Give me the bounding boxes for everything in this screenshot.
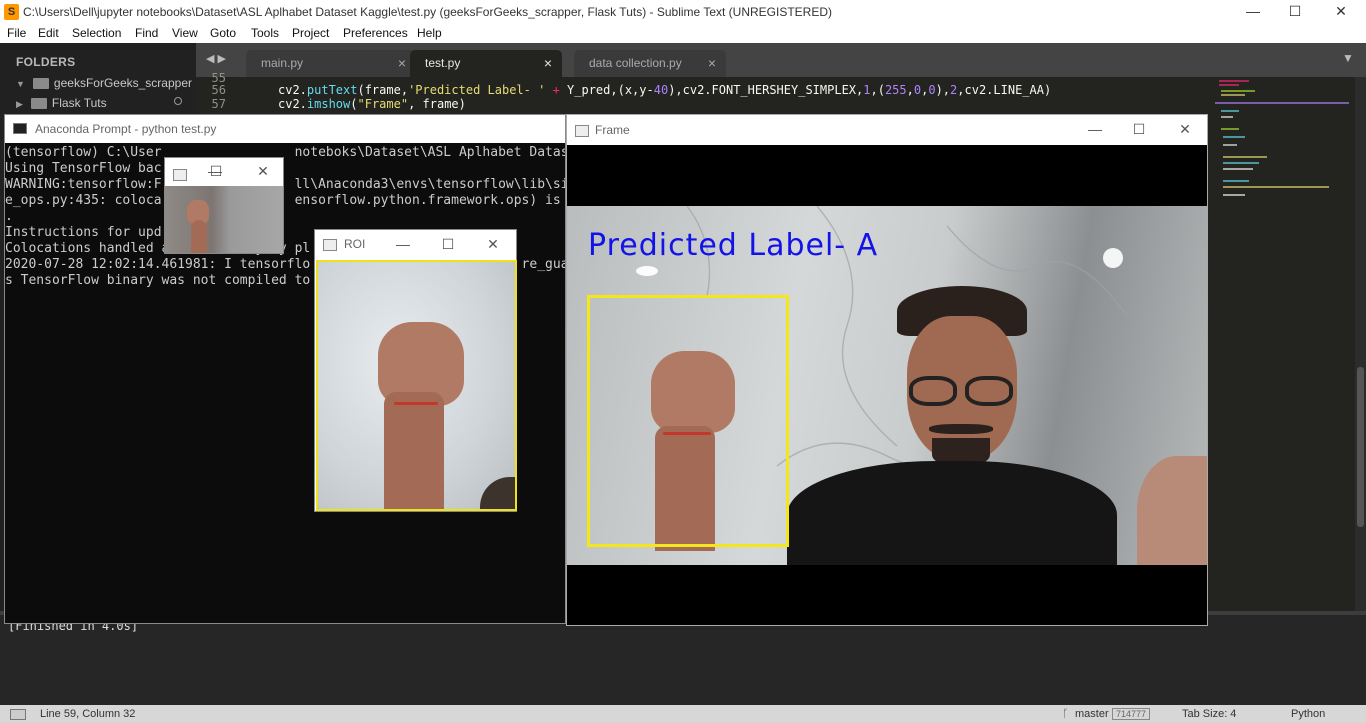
console-line: Using TensorFlow bac xyxy=(5,161,162,176)
predicted-label-overlay: Predicted Label- A xyxy=(588,228,879,263)
close-button[interactable]: ✕ xyxy=(243,158,283,184)
sidebar-folder-geeksforgeeks[interactable]: ▼ geeksForGeeks_scrapper xyxy=(16,76,192,90)
tab-list-dropdown-icon[interactable]: ▼ xyxy=(1342,51,1354,65)
panel-toggle-icon[interactable] xyxy=(10,709,26,720)
close-button[interactable]: ✕ xyxy=(1318,0,1364,24)
menu-tools[interactable]: Tools xyxy=(251,24,279,42)
console-icon xyxy=(13,123,27,134)
menu-project[interactable]: Project xyxy=(292,24,329,42)
syntax-selector[interactable]: Python xyxy=(1291,705,1325,723)
menu-edit[interactable]: Edit xyxy=(38,24,59,42)
menu-bar: File Edit Selection Find View Goto Tools… xyxy=(0,24,1366,43)
line-number: 56 xyxy=(211,83,226,97)
window-image-icon xyxy=(323,230,343,258)
menu-goto[interactable]: Goto xyxy=(210,24,236,42)
expand-arrow-icon: ▼ xyxy=(16,79,25,89)
minimap[interactable] xyxy=(1209,77,1357,611)
unsaved-dot-icon xyxy=(174,97,182,105)
menu-help[interactable]: Help xyxy=(417,24,442,42)
roi-title-bar: ROI — ☐ ✕ xyxy=(315,230,516,258)
frame-title: Frame xyxy=(595,123,630,137)
roi-window[interactable]: ROI — ☐ ✕ xyxy=(314,229,517,512)
menu-file[interactable]: File xyxy=(7,24,26,42)
restore-button[interactable]: ☐ xyxy=(1272,0,1318,24)
window-image-icon xyxy=(575,115,595,145)
window-image-icon xyxy=(173,166,193,184)
line-number: 57 xyxy=(211,97,226,111)
minimap-preview xyxy=(1215,80,1349,196)
code-line-57: cv2.imshow("Frame", frame) xyxy=(278,97,466,111)
maximize-button[interactable]: ☐ xyxy=(428,230,468,258)
frame-window[interactable]: Frame — ☐ ✕ Predicted Label- A xyxy=(566,114,1208,626)
sidebar-folder-flask-tuts[interactable]: ▶ Flask Tuts xyxy=(16,96,182,110)
hand-thumbnail-image xyxy=(165,186,283,253)
code-editor[interactable]: 55 56 57 cv2.putText(frame,'Predicted La… xyxy=(196,71,1366,113)
expand-arrow-icon: ▶ xyxy=(16,99,23,109)
minimize-button[interactable]: — xyxy=(1075,115,1115,143)
tab-main-py[interactable]: main.py × xyxy=(246,50,416,77)
minimize-button[interactable]: — xyxy=(383,230,423,258)
console-line: WARNING:tensorflow:F ll\Anaconda3\envs\t… xyxy=(5,177,565,192)
menu-find[interactable]: Find xyxy=(135,24,158,42)
tab-label: main.py xyxy=(261,56,304,70)
anaconda-title: Anaconda Prompt - python test.py xyxy=(35,122,217,136)
menu-selection[interactable]: Selection xyxy=(72,24,121,42)
git-badge: 714777 xyxy=(1112,708,1151,720)
tab-bar: ◀ ▶ main.py × test.py × data collection.py… xyxy=(196,43,1366,77)
sublime-app-icon: S xyxy=(4,4,19,20)
anaconda-title-bar: Anaconda Prompt - python test.py xyxy=(5,115,565,143)
tab-label: test.py xyxy=(425,56,461,70)
console-line: e_ops.py:435: coloca ensorflow.python.fr… xyxy=(5,193,561,208)
tab-test-py[interactable]: test.py × xyxy=(410,50,562,77)
git-branch[interactable]: master xyxy=(1075,705,1109,723)
roi-title: ROI xyxy=(344,237,366,251)
maximize-button[interactable]: ☐ xyxy=(1119,115,1159,143)
status-bar: Line 59, Column 32 ᚴ master 714777 Tab S… xyxy=(0,705,1366,723)
code-line-56: cv2.putText(frame,'Predicted Label- ' + … xyxy=(278,83,1052,97)
close-button[interactable]: ✕ xyxy=(473,230,513,258)
cursor-position: Line 59, Column 32 xyxy=(40,708,136,720)
tab-nav-arrows-icon[interactable]: ◀ ▶ xyxy=(206,52,226,65)
console-line: . xyxy=(5,209,13,224)
tab-close-icon[interactable]: × xyxy=(708,50,716,76)
window-title: C:\Users\Dell\jupyter notebooks\Dataset\… xyxy=(23,5,833,19)
tab-close-icon[interactable]: × xyxy=(544,50,552,76)
tab-close-icon[interactable]: × xyxy=(398,50,406,76)
console-line: (tensorflow) C:\User noteboks\Dataset\AS… xyxy=(5,145,565,160)
menu-view[interactable]: View xyxy=(172,24,198,42)
folder-icon xyxy=(30,98,47,110)
frame-title-bar: Frame — ☐ ✕ xyxy=(567,115,1207,145)
roi-hand-image xyxy=(316,260,517,511)
menu-preferences[interactable]: Preferences xyxy=(343,24,408,42)
git-branch-icon: ᚴ xyxy=(1062,708,1069,720)
detection-bounding-box xyxy=(587,295,789,547)
small-image-window[interactable]: — ☐ ✕ xyxy=(164,157,284,254)
sidebar-header: FOLDERS xyxy=(16,55,76,69)
tab-size[interactable]: Tab Size: 4 xyxy=(1182,705,1236,723)
webcam-frame-image: Predicted Label- A xyxy=(567,206,1207,565)
folder-icon xyxy=(32,78,49,90)
tab-data-collection-py[interactable]: data collection.py × xyxy=(574,50,726,77)
editor-scrollbar[interactable] xyxy=(1355,77,1366,611)
scrollbar-thumb[interactable] xyxy=(1357,367,1364,527)
tab-label: data collection.py xyxy=(589,56,682,70)
close-button[interactable]: ✕ xyxy=(1165,115,1205,143)
maximize-button[interactable]: ☐ xyxy=(196,158,236,184)
sublime-title-bar: S C:\Users\Dell\jupyter notebooks\Datase… xyxy=(0,0,1366,24)
minimize-button[interactable]: — xyxy=(1230,0,1276,24)
